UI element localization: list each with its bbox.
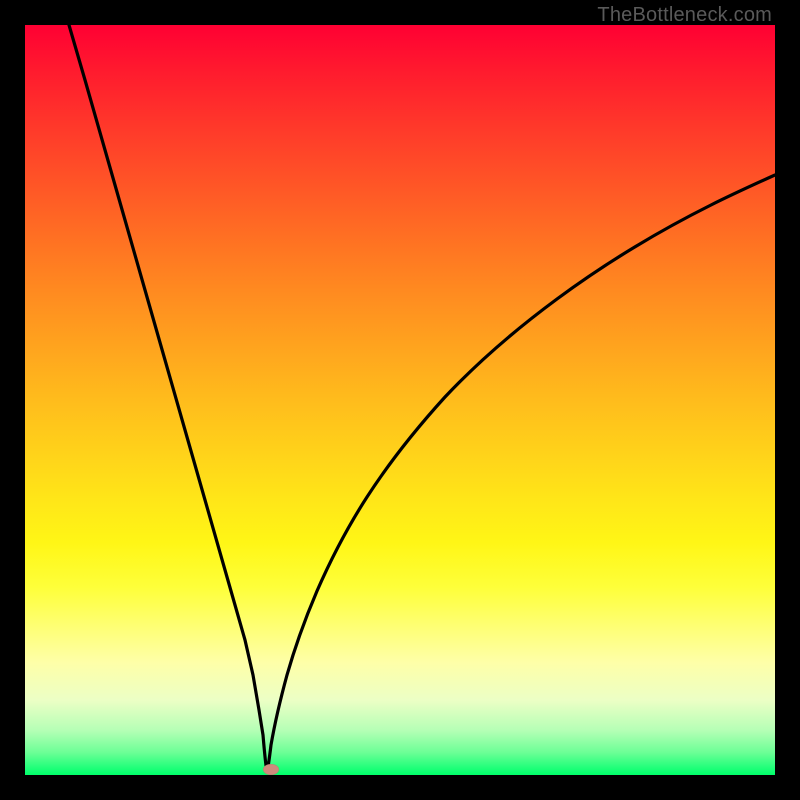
vertex-marker	[263, 764, 279, 775]
chart-frame: TheBottleneck.com	[0, 0, 800, 800]
curve-path	[69, 25, 775, 770]
bottleneck-curve	[25, 25, 775, 775]
attribution-text: TheBottleneck.com	[597, 4, 772, 27]
plot-area	[25, 25, 775, 775]
